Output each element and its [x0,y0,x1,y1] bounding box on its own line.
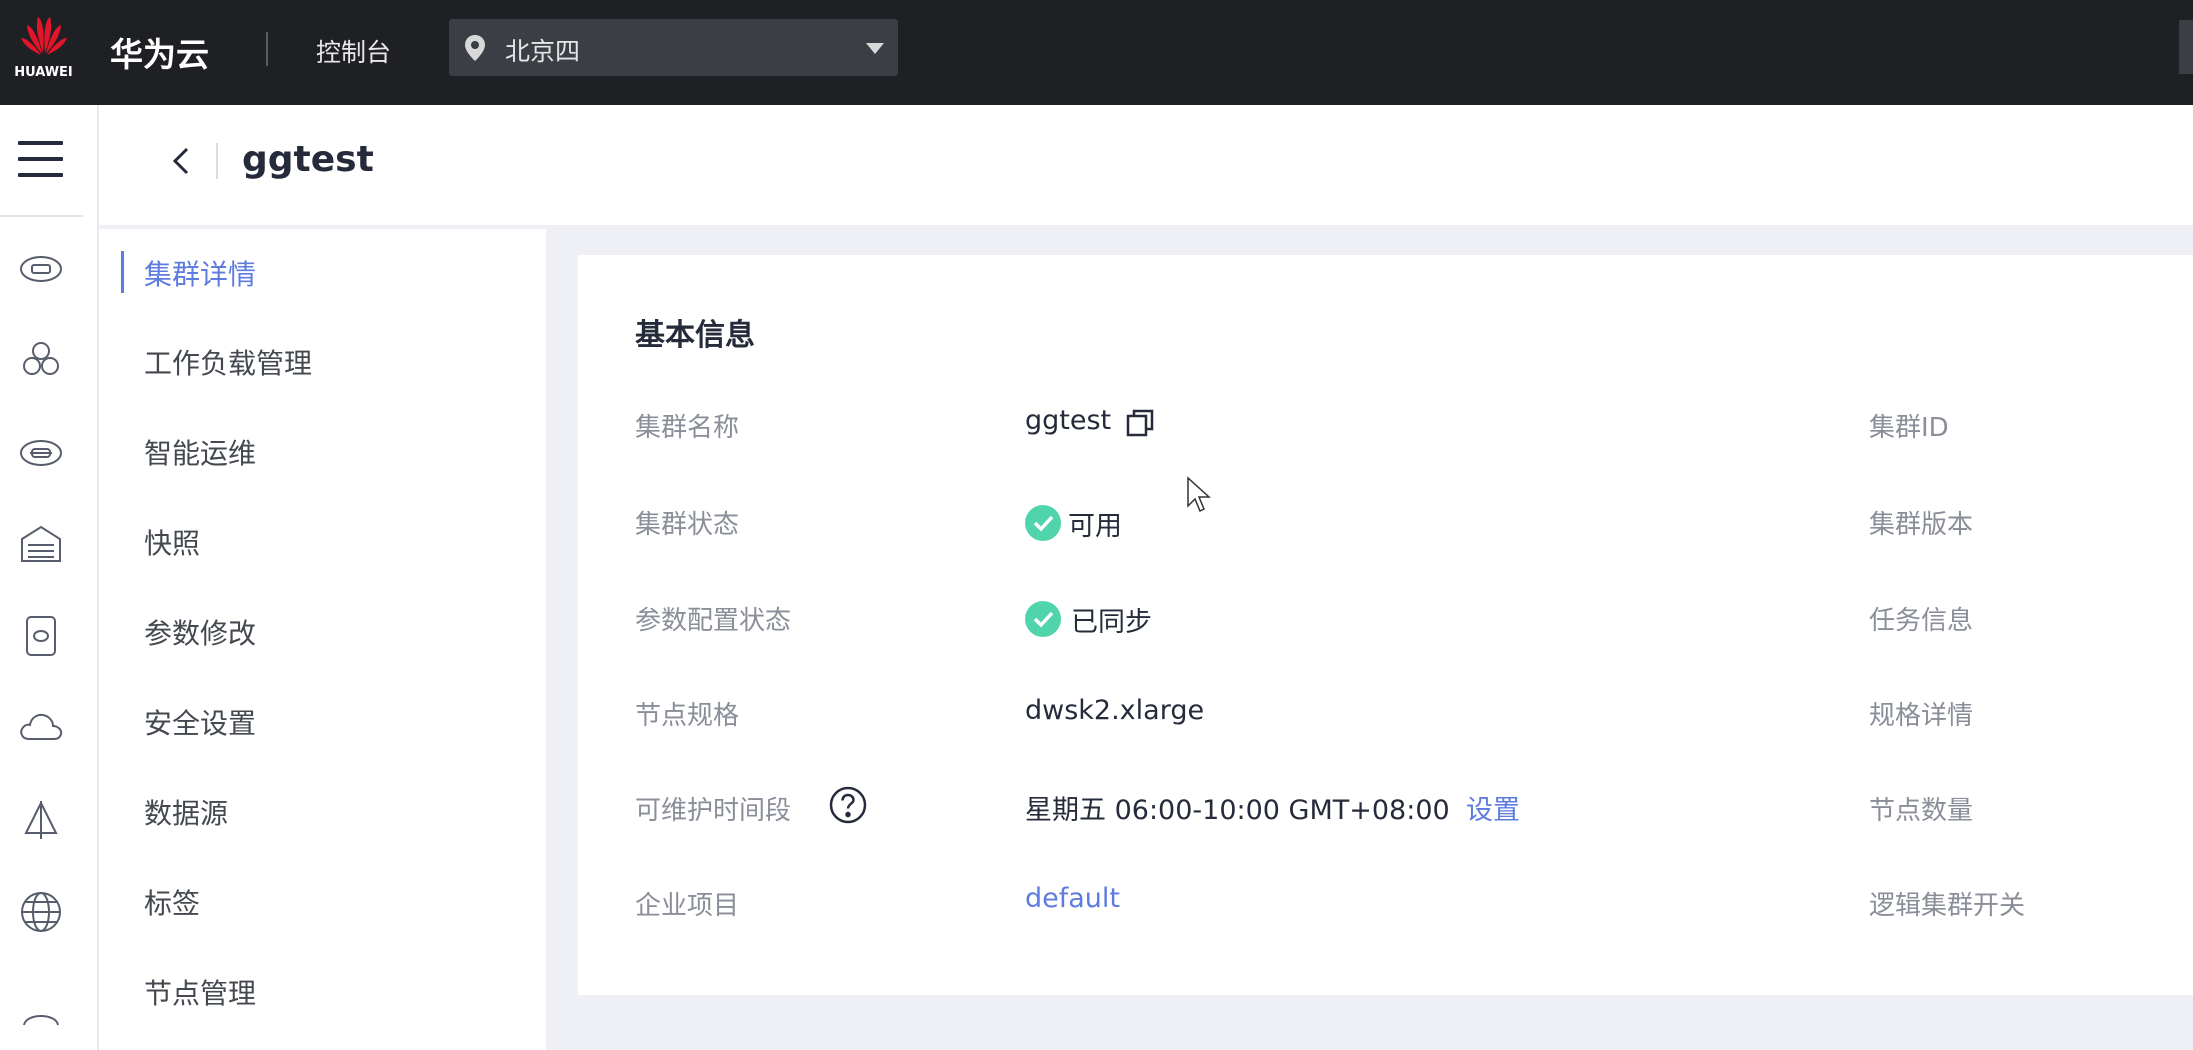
cluster-status-value: 可用 [1068,511,1122,542]
hamburger-menu-icon[interactable] [18,139,63,179]
subnav-security-settings[interactable]: 安全设置 [144,702,256,742]
chevron-down-icon [866,43,884,54]
task-info-label: 任务信息 [1869,606,1974,636]
huawei-logo-icon [21,17,67,55]
help-icon[interactable] [828,785,868,825]
logo-wordmark: HUAWEI [14,65,73,80]
cluster-name-label: 集群名称 [635,413,740,443]
console-link[interactable]: 控制台 [316,33,391,69]
success-check-icon [1025,505,1061,541]
spec-details-label: 规格详情 [1869,701,1974,731]
maintenance-settings-link[interactable]: 设置 [1466,788,1520,827]
icon-rail [0,105,99,1050]
subnav-node-management[interactable]: 节点管理 [144,972,256,1012]
basic-info-card: 基本信息 集群名称 ggtest 集群ID 集群状态 可用 集群版本 参数配置状… [578,255,2193,995]
card-title: 基本信息 [635,318,755,353]
mouse-cursor-icon [1187,476,1211,513]
maintenance-window-value: 星期五 06:00-10:00 GMT+08:00 [1025,795,1450,826]
top-divider [266,32,268,66]
enterprise-project-label: 企业项目 [635,891,740,921]
cloud-icon[interactable] [16,703,66,753]
rail-divider [0,215,83,217]
subnav-snapshot[interactable]: 快照 [144,522,200,562]
top-right-control[interactable] [2179,20,2193,74]
network-icon[interactable] [16,427,66,477]
active-indicator [121,251,124,293]
back-arrow-icon[interactable] [165,139,195,183]
cluster-sub-nav: 集群详情 工作负载管理 智能运维 快照 参数修改 安全设置 数据源 标签 节点管… [99,229,546,1050]
subnav-cluster-details[interactable]: 集群详情 [144,253,256,293]
node-count-label: 节点数量 [1869,796,1974,826]
brand-name[interactable]: 华为云 [110,28,209,76]
node-spec-label: 节点规格 [635,701,740,731]
cluster-status-label: 集群状态 [635,510,740,540]
region-label: 北京四 [505,37,581,66]
param-config-status-value: 已同步 [1071,607,1152,638]
node-spec-value: dwsk2.xlarge [1025,695,1205,726]
success-check-icon [1025,601,1061,637]
page-title: ggtest [242,139,374,180]
subnav-data-source[interactable]: 数据源 [144,792,228,832]
huawei-logo[interactable]: HUAWEI [11,11,76,85]
subnav-intelligent-ops[interactable]: 智能运维 [144,432,256,472]
subnav-tags[interactable]: 标签 [144,882,200,922]
globe-icon[interactable] [16,887,66,937]
tool-icon[interactable] [16,795,66,845]
storage-icon[interactable] [16,519,66,569]
cluster-icon[interactable] [16,335,66,385]
copy-icon[interactable] [1124,407,1156,439]
region-selector[interactable]: 北京四 [449,19,898,76]
cluster-id-label: 集群ID [1869,413,1949,443]
subnav-parameter-modify[interactable]: 参数修改 [144,612,256,652]
param-config-status-label: 参数配置状态 [635,606,792,636]
location-pin-icon [465,35,485,61]
cluster-name-value: ggtest [1025,405,1112,436]
enterprise-project-link[interactable]: default [1025,883,1120,914]
maintenance-window-label: 可维护时间段 [635,796,792,826]
cloud-server-icon[interactable] [16,243,66,293]
top-bar: HUAWEI 华为云 控制台 北京四 [0,0,2193,105]
header-divider [216,143,218,179]
subnav-workload-management[interactable]: 工作负载管理 [144,342,312,382]
cluster-version-label: 集群版本 [1869,510,1974,540]
logical-cluster-label: 逻辑集群开关 [1869,891,2026,921]
database-icon[interactable] [16,611,66,661]
more-icon[interactable] [16,985,66,1035]
page-header: ggtest [99,105,2193,225]
